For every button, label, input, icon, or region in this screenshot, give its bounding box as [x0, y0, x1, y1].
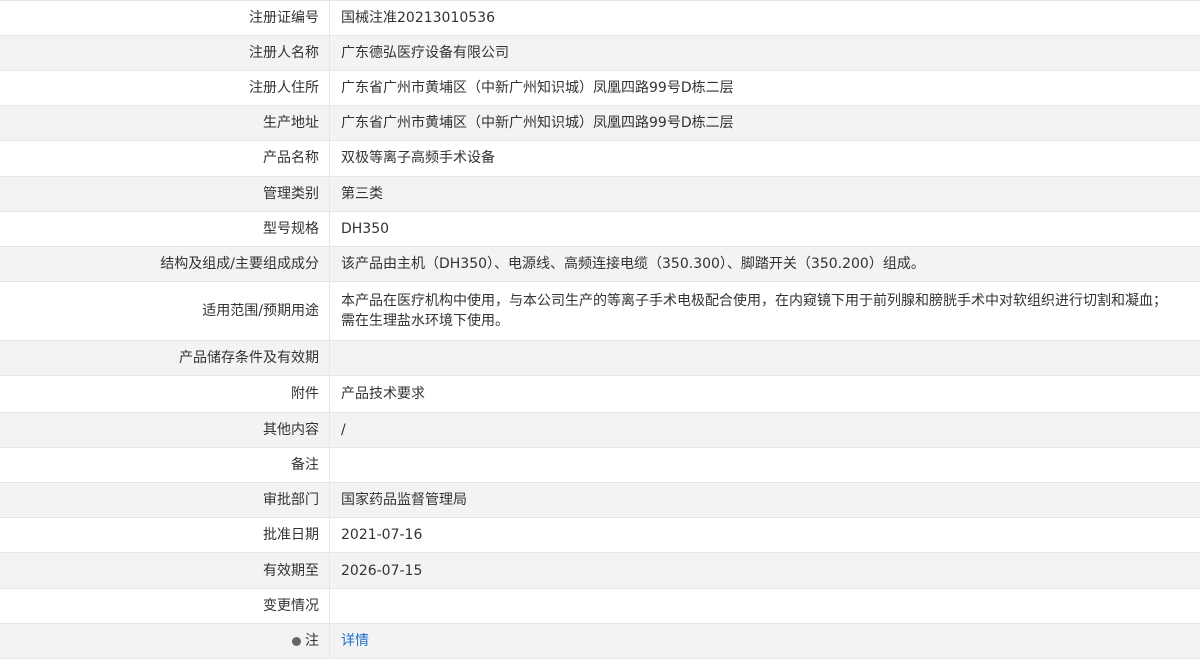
- row-other: 其他内容 /: [0, 412, 1200, 449]
- registration-detail-table: 注册证编号 国械注准20213010536 注册人名称 广东德弘医疗设备有限公司…: [0, 0, 1200, 659]
- row-product-name: 产品名称 双极等离子高频手术设备: [0, 140, 1200, 177]
- label-reg-no: 注册证编号: [0, 0, 330, 37]
- row-note: 注 详情: [0, 623, 1200, 659]
- value-approval-dept: 国家药品监督管理局: [329, 482, 1200, 519]
- label-storage: 产品储存条件及有效期: [0, 340, 330, 376]
- row-structure: 结构及组成/主要组成成分 该产品由主机（DH350）、电源线、高频连接电缆（35…: [0, 246, 1200, 282]
- row-reg-no: 注册证编号 国械注准20213010536: [0, 0, 1200, 37]
- row-production-address: 生产地址 广东省广州市黄埔区（中新广州知识城）凤凰四路99号D栋二层: [0, 105, 1200, 142]
- value-management-class: 第三类: [329, 176, 1200, 212]
- value-approval-date: 2021-07-16: [329, 517, 1200, 554]
- value-intended-use-line1: 本产品在医疗机构中使用，与本公司生产的等离子手术电极配合使用，在内窥镜下用于前列…: [341, 292, 1167, 309]
- row-management-class: 管理类别 第三类: [0, 176, 1200, 212]
- label-other: 其他内容: [0, 412, 330, 449]
- value-other: /: [329, 412, 1200, 449]
- row-remarks: 备注: [0, 447, 1200, 484]
- label-valid-until: 有效期至: [0, 552, 330, 589]
- value-production-address: 广东省广州市黄埔区（中新广州知识城）凤凰四路99号D栋二层: [329, 105, 1200, 142]
- label-intended-use: 适用范围/预期用途: [0, 281, 330, 341]
- value-structure: 该产品由主机（DH350）、电源线、高频连接电缆（350.300）、脚踏开关（3…: [329, 246, 1200, 282]
- row-registrant-name: 注册人名称 广东德弘医疗设备有限公司: [0, 35, 1200, 72]
- value-attachment: 产品技术要求: [329, 375, 1200, 414]
- label-change-info: 变更情况: [0, 588, 330, 624]
- value-registrant-name: 广东德弘医疗设备有限公司: [329, 35, 1200, 72]
- label-note: 注: [0, 623, 330, 659]
- row-storage: 产品储存条件及有效期: [0, 340, 1200, 376]
- value-remarks: [329, 447, 1200, 484]
- row-approval-dept: 审批部门 国家药品监督管理局: [0, 482, 1200, 519]
- value-product-name: 双极等离子高频手术设备: [329, 140, 1200, 177]
- value-storage: [329, 340, 1200, 376]
- row-attachment: 附件 产品技术要求: [0, 375, 1200, 414]
- label-production-address: 生产地址: [0, 105, 330, 142]
- label-registrant-name: 注册人名称: [0, 35, 330, 72]
- value-registrant-address: 广东省广州市黄埔区（中新广州知识城）凤凰四路99号D栋二层: [329, 70, 1200, 107]
- label-attachment: 附件: [0, 375, 330, 414]
- row-valid-until: 有效期至 2026-07-15: [0, 552, 1200, 589]
- label-registrant-address: 注册人住所: [0, 70, 330, 107]
- label-approval-dept: 审批部门: [0, 482, 330, 519]
- label-product-name: 产品名称: [0, 140, 330, 177]
- value-note: 详情: [329, 623, 1200, 659]
- row-registrant-address: 注册人住所 广东省广州市黄埔区（中新广州知识城）凤凰四路99号D栋二层: [0, 70, 1200, 107]
- value-change-info: [329, 588, 1200, 624]
- value-intended-use-line2: 需在生理盐水环境下使用。: [341, 312, 509, 329]
- value-model-spec: DH350: [329, 211, 1200, 247]
- row-model-spec: 型号规格 DH350: [0, 211, 1200, 247]
- row-intended-use: 适用范围/预期用途 本产品在医疗机构中使用，与本公司生产的等离子手术电极配合使用…: [0, 281, 1200, 341]
- label-structure: 结构及组成/主要组成成分: [0, 246, 330, 282]
- label-note-text: 注: [305, 632, 319, 649]
- label-remarks: 备注: [0, 447, 330, 484]
- note-bulb-icon: [292, 636, 301, 646]
- value-reg-no: 国械注准20213010536: [329, 0, 1200, 37]
- label-approval-date: 批准日期: [0, 517, 330, 554]
- value-intended-use: 本产品在医疗机构中使用，与本公司生产的等离子手术电极配合使用，在内窥镜下用于前列…: [329, 281, 1200, 341]
- row-approval-date: 批准日期 2021-07-16: [0, 517, 1200, 554]
- label-management-class: 管理类别: [0, 176, 330, 212]
- value-valid-until: 2026-07-15: [329, 552, 1200, 589]
- label-model-spec: 型号规格: [0, 211, 330, 247]
- details-link[interactable]: 详情: [341, 633, 369, 649]
- row-change-info: 变更情况: [0, 588, 1200, 624]
